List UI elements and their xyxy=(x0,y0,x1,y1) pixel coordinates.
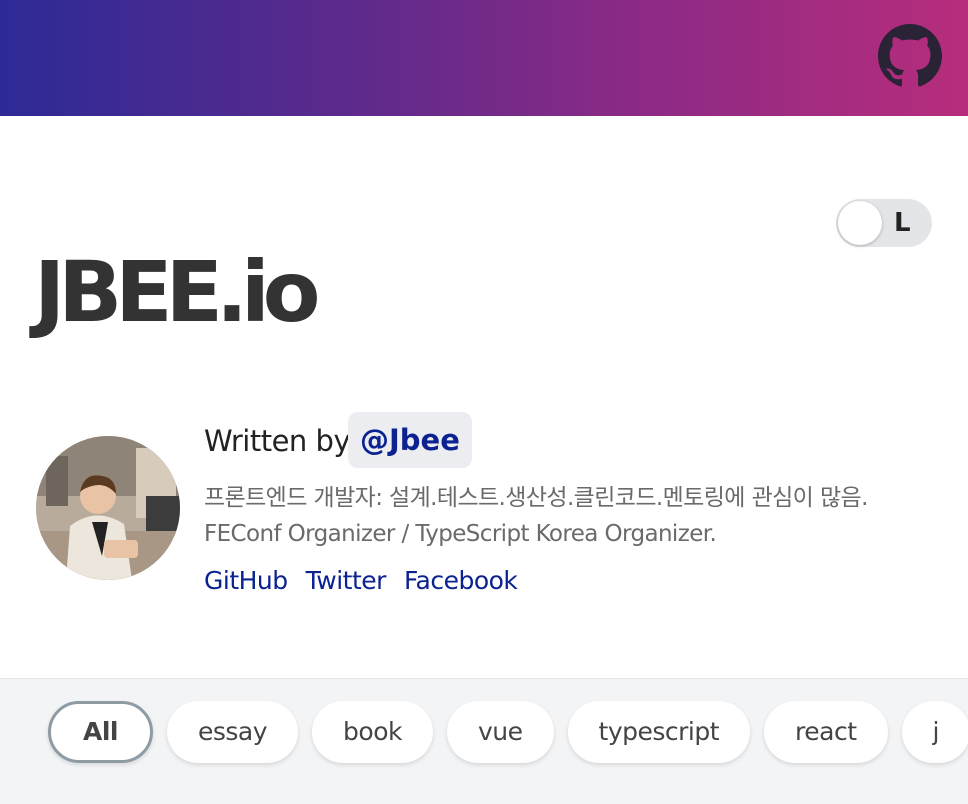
category-tab-essay[interactable]: essay xyxy=(167,701,299,763)
category-tab-typescript[interactable]: typescript xyxy=(567,701,751,763)
site-title[interactable]: JBEE.io xyxy=(34,250,320,334)
twitter-profile-link[interactable]: Twitter xyxy=(306,566,387,595)
category-list: All essay book vue typescript react j xyxy=(48,701,968,763)
theme-toggle[interactable]: L xyxy=(836,199,932,247)
top-gradient-bar xyxy=(0,0,968,116)
social-links: GitHub Twitter Facebook xyxy=(204,566,518,595)
category-tab-react[interactable]: react xyxy=(764,701,888,763)
author-avatar xyxy=(36,436,180,580)
theme-toggle-label: L xyxy=(894,208,911,238)
written-by-label: Written by xyxy=(204,424,351,458)
bio-line-2: FEConf Organizer / TypeScript Korea Orga… xyxy=(204,521,717,547)
bio-line-1: 프론트엔드 개발자: 설계.테스트.생산성.클린코드.멘토링에 관심이 많음. xyxy=(204,485,868,511)
github-link[interactable] xyxy=(878,24,942,88)
author-bio: 프론트엔드 개발자: 설계.테스트.생산성.클린코드.멘토링에 관심이 많음. … xyxy=(204,480,944,552)
category-bar: All essay book vue typescript react j xyxy=(0,678,968,804)
facebook-profile-link[interactable]: Facebook xyxy=(404,566,518,595)
author-handle-link[interactable]: @Jbee xyxy=(348,412,472,468)
github-icon xyxy=(878,24,942,87)
category-tab-vue[interactable]: vue xyxy=(446,701,554,763)
category-tab-all[interactable]: All xyxy=(48,701,153,763)
category-tab-partial[interactable]: j xyxy=(901,701,968,763)
theme-toggle-knob xyxy=(838,201,882,245)
github-profile-link[interactable]: GitHub xyxy=(204,566,288,595)
category-tab-book[interactable]: book xyxy=(312,701,433,763)
